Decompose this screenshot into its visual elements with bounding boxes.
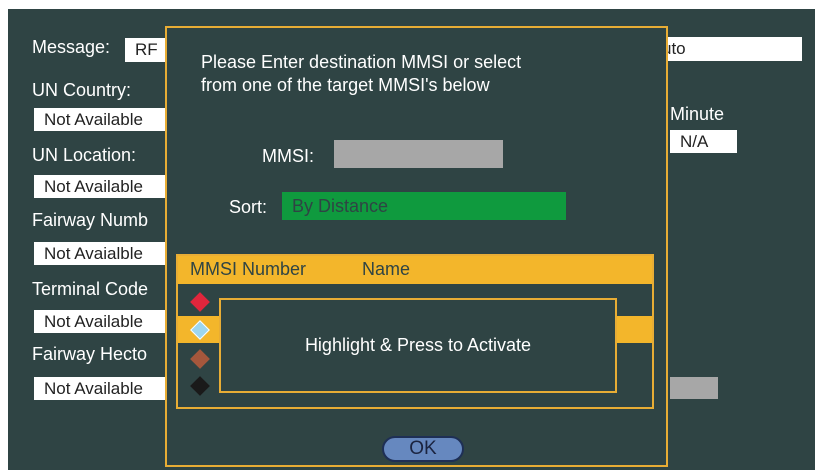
mmsi-label: MMSI:	[262, 146, 314, 166]
destination-mmsi-dialog: Please Enter destination MMSI or select …	[165, 26, 668, 467]
brown-diamond-icon[interactable]	[190, 349, 210, 369]
red-diamond-icon[interactable]	[190, 292, 210, 312]
fairway-hecto-field[interactable]: Not Available	[34, 377, 165, 400]
ok-button[interactable]: OK	[382, 436, 464, 462]
minute-field[interactable]: N/A	[670, 130, 737, 153]
fairway-number-field[interactable]: Not Avaialble	[34, 242, 165, 265]
fairway-hecto-label: Fairway Hecto	[32, 344, 148, 364]
background-gray-field	[670, 377, 718, 399]
prompt-line-1: Please Enter destination MMSI or select	[201, 52, 522, 72]
dialog-prompt: Please Enter destination MMSI or select …	[201, 51, 521, 97]
mmsi-input[interactable]	[334, 140, 503, 168]
column-header-mmsi-number: MMSI Number	[190, 259, 307, 279]
un-country-label: UN Country:	[32, 80, 132, 100]
minute-label: Minute	[670, 104, 725, 124]
sort-select[interactable]: By Distance	[282, 192, 566, 220]
main-screen: Message: RF uto UN Country: Not Availabl…	[8, 9, 815, 470]
un-location-label: UN Location:	[32, 145, 137, 165]
message-field-right[interactable]: uto	[660, 37, 802, 61]
prompt-line-2: from one of the target MMSI's below	[201, 75, 490, 95]
un-country-field[interactable]: Not Available	[34, 108, 165, 131]
un-location-field[interactable]: Not Available	[34, 175, 165, 198]
activation-hint-popup: Highlight & Press to Activate	[219, 298, 617, 393]
sort-label: Sort:	[229, 197, 268, 217]
black-diamond-icon[interactable]	[190, 376, 210, 396]
table-header: MMSI Number Name	[178, 256, 652, 284]
terminal-code-field[interactable]: Not Available	[34, 310, 165, 333]
column-header-name: Name	[362, 259, 411, 279]
message-label: Message:	[32, 37, 111, 57]
message-field[interactable]: RF	[125, 38, 165, 62]
fairway-number-label: Fairway Numb	[32, 210, 149, 230]
terminal-code-label: Terminal Code	[32, 279, 149, 299]
target-mmsi-table: MMSI Number Name Highlight & Press to Ac…	[176, 254, 654, 409]
